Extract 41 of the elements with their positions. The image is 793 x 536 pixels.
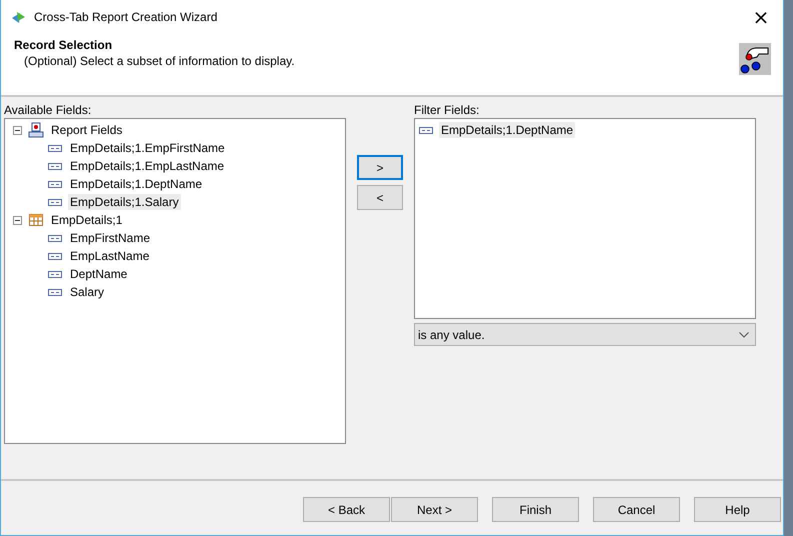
field-icon xyxy=(48,180,62,188)
collapse-icon[interactable] xyxy=(13,216,22,224)
field-item[interactable]: Salary xyxy=(68,284,106,300)
tree-group-item[interactable]: Report Fields xyxy=(49,122,124,138)
field-icon xyxy=(48,252,62,260)
tree-group-item[interactable]: EmpDetails;1 xyxy=(49,212,124,228)
field-icon xyxy=(48,198,62,206)
wizard-button[interactable]: Finish xyxy=(492,497,579,522)
field-item[interactable]: EmpDetails;1.DeptName xyxy=(68,176,204,192)
field-item[interactable]: EmpLastName xyxy=(68,248,152,264)
field-item[interactable]: EmpFirstName xyxy=(68,230,152,246)
page-subtitle: (Optional) Select a subset of information to display. xyxy=(23,54,295,68)
available-fields-label: Available Fields: xyxy=(4,103,92,118)
field-item[interactable]: EmpDetails;1.EmpLastName xyxy=(68,158,226,174)
field-icon xyxy=(48,288,62,296)
wizard-button[interactable]: Cancel xyxy=(593,497,680,522)
wizard-button[interactable]: Next > xyxy=(391,497,478,522)
field-icon xyxy=(48,144,62,152)
collapse-icon[interactable] xyxy=(13,126,22,134)
field-icon xyxy=(48,162,62,170)
table-icon xyxy=(28,212,44,228)
filter-field-item[interactable]: EmpDetails;1.DeptName xyxy=(439,122,576,138)
report-icon xyxy=(28,122,44,138)
hand-with-balls-icon xyxy=(739,43,771,75)
wizard-button[interactable]: < Back xyxy=(303,497,390,522)
wizard-button[interactable]: Help xyxy=(694,497,781,522)
filter-fields-label: Filter Fields: xyxy=(414,103,480,118)
remove-button[interactable]: < xyxy=(357,185,403,210)
field-item[interactable]: EmpDetails;1.Salary xyxy=(68,194,181,210)
chevron-down-icon xyxy=(739,332,749,338)
window-title: Cross-Tab Report Creation Wizard xyxy=(34,10,218,24)
wizard-icon xyxy=(11,9,27,25)
condition-dropdown[interactable]: is any value. xyxy=(414,323,756,346)
field-icon xyxy=(419,126,433,134)
field-icon xyxy=(48,234,62,242)
field-icon xyxy=(48,270,62,278)
add-button[interactable]: > xyxy=(357,155,403,180)
field-item[interactable]: EmpDetails;1.EmpFirstName xyxy=(68,140,227,156)
field-item[interactable]: DeptName xyxy=(68,266,130,282)
page-title: Record Selection xyxy=(14,38,114,52)
close-button[interactable]: × xyxy=(739,0,783,34)
